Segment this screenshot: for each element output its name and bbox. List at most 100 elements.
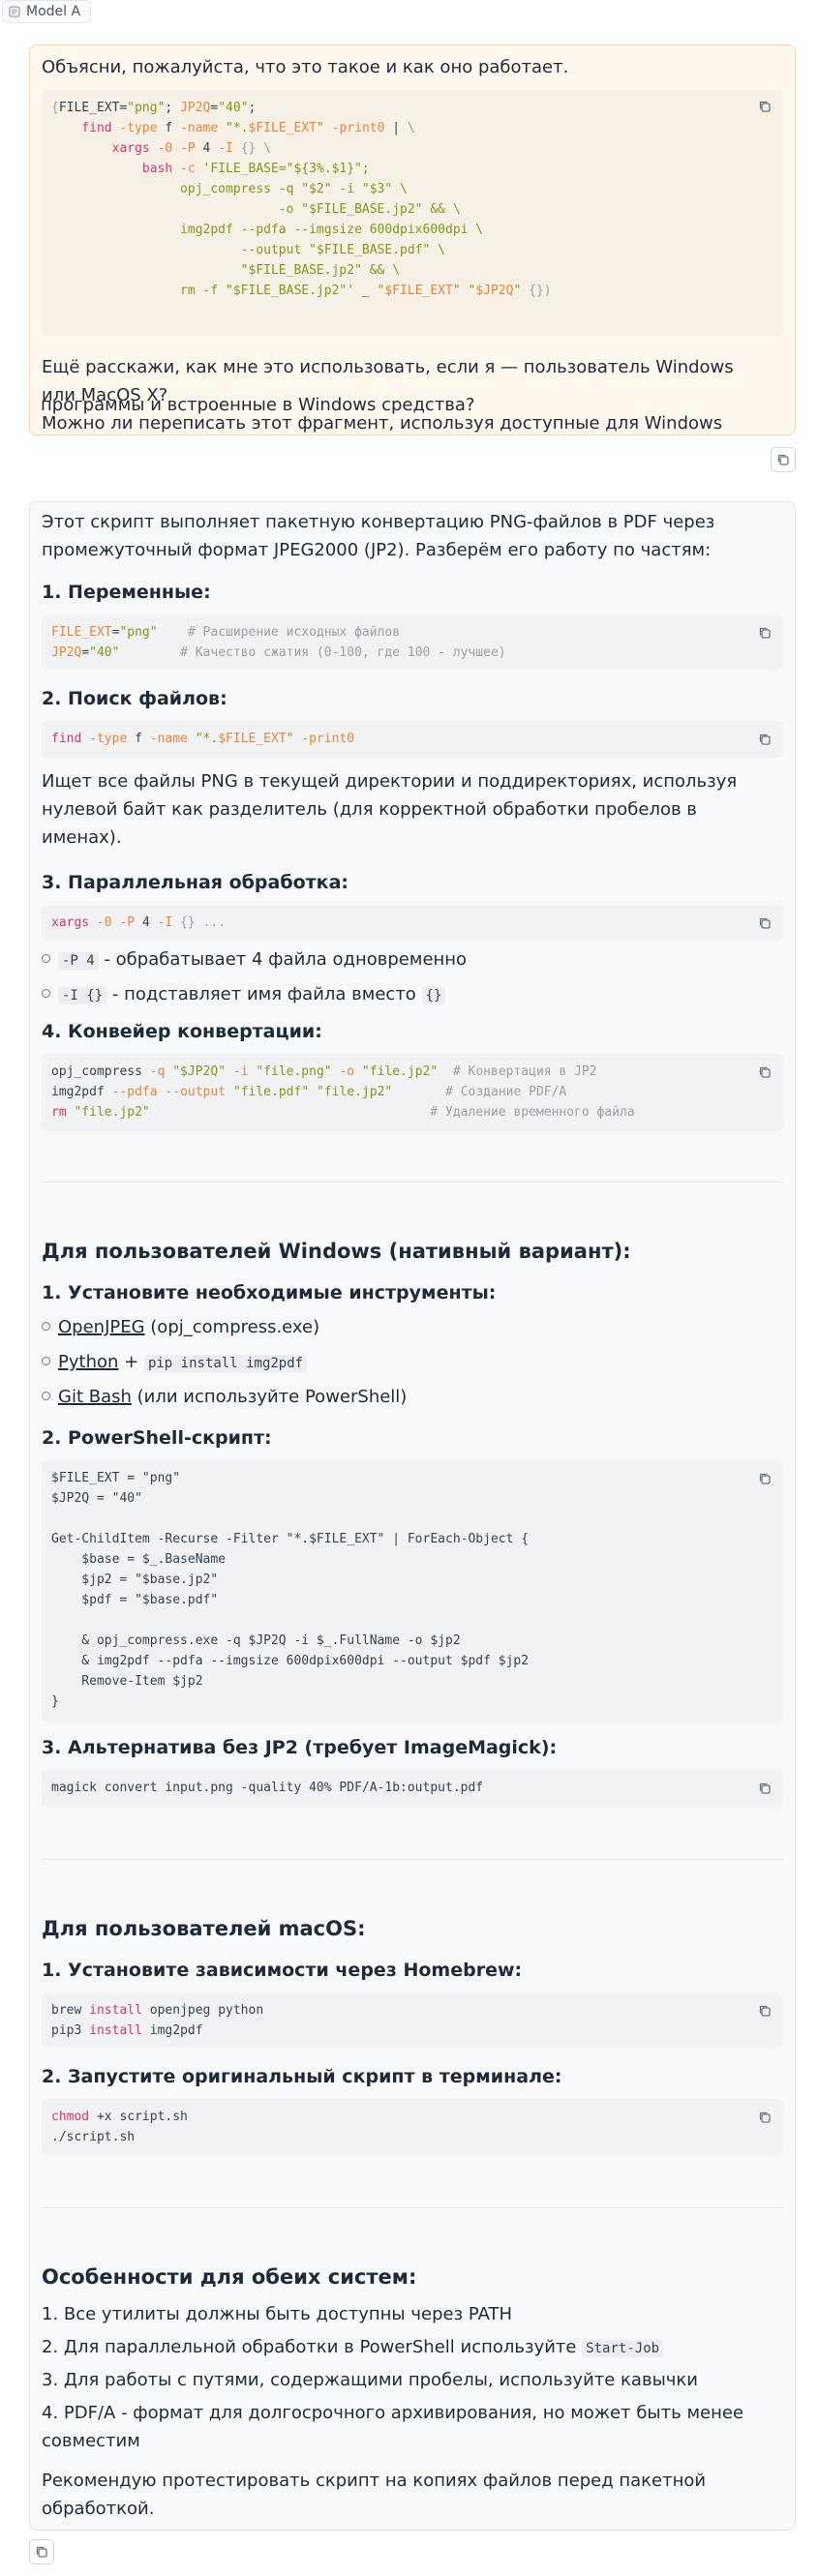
code-line: img2pdf --pdfa --imgsize 600dpix600dpi \ <box>51 220 483 240</box>
code-find: find -type f -name "*.$FILE_EXT" -print0 <box>42 721 783 758</box>
code-line: ./script.sh <box>51 2127 135 2147</box>
list-item-text: 2. Для параллельной обработки в PowerShe… <box>42 2337 583 2357</box>
feature-item-cont: совместим <box>42 2431 140 2451</box>
code-token: ./script.sh <box>51 2130 136 2144</box>
code-line: Get-ChildItem -Recurse -Filter "*.$FILE_… <box>51 1529 529 1549</box>
code-token: xargs <box>51 141 158 156</box>
code-token: $FILE_EXT <box>248 121 317 135</box>
intro-line: Этот скрипт выполняет пакетную конвертац… <box>42 512 715 532</box>
heading-pipeline: 4. Конвейер конвертации: <box>42 1021 322 1042</box>
code-token: f <box>165 121 181 135</box>
model-tag-label: Model A <box>26 4 81 19</box>
code-parallel: xargs -0 -P 4 -I {} ... <box>42 905 783 942</box>
code-variables: FILE_EXT = "png" # Расширение исходных фай… <box>42 614 783 671</box>
code-token: \ <box>407 121 415 135</box>
copy-code-button[interactable] <box>754 1468 775 1489</box>
code-line: "$FILE_BASE.jp2" && \ <box>51 260 400 281</box>
copy-code-button[interactable] <box>754 1062 775 1083</box>
code-line: } <box>51 1692 59 1712</box>
code-token: FILE_EXT <box>51 625 112 640</box>
code-line: $pdf = "$base.pdf" <box>51 1590 218 1610</box>
copy-code-button[interactable] <box>754 1778 775 1799</box>
model-tag: Model A <box>2 0 92 23</box>
inline-code: {} <box>421 987 446 1004</box>
heading-features: Особенности для обеих систем: <box>42 2265 417 2289</box>
code-token: 4 <box>141 915 158 930</box>
code-token: img2pdf <box>149 2023 203 2038</box>
code-token: -0 <box>96 915 120 930</box>
code-token: { <box>51 101 59 115</box>
code-token: find <box>51 732 90 746</box>
code-token: " <box>316 121 332 135</box>
user-code-block: {FILE_EXT="png"; JP2Q="40"; find -type f… <box>42 90 783 336</box>
copy-code-button[interactable] <box>754 2000 775 2022</box>
inline-code: pip install img2pdf <box>143 1355 308 1372</box>
code-token: -0 <box>157 141 181 156</box>
inline-code: -I {} <box>58 987 107 1004</box>
inline-code: -P 4 <box>58 952 99 970</box>
copy-message-button[interactable] <box>29 2539 54 2564</box>
code-line: chmod +x script.sh <box>51 2107 188 2127</box>
heading-alternative: 3. Альтернатива без JP2 (требует ImageMa… <box>42 1737 558 1758</box>
code-token: | <box>392 121 408 135</box>
copy-code-button[interactable] <box>754 96 775 117</box>
model-icon <box>9 6 20 17</box>
code-token: bash <box>51 162 181 176</box>
code-token: -o <box>339 1064 362 1079</box>
code-token: install <box>89 2023 150 2038</box>
heading-install: 1. Установите необходимые инструменты: <box>42 1282 497 1303</box>
copy-icon <box>759 1782 771 1794</box>
code-line: $JP2Q = "40" <box>51 1488 142 1509</box>
bullet-icon <box>42 1356 50 1365</box>
copy-icon <box>777 454 789 465</box>
code-line: bash -c 'FILE_BASE="${3%.$1}"; <box>51 159 370 179</box>
code-token: JP2Q <box>180 101 211 115</box>
code-line: pip3 install img2pdf <box>51 2021 203 2041</box>
code-token: ; <box>248 101 257 115</box>
copy-code-button[interactable] <box>754 2107 775 2128</box>
divider <box>42 2207 783 2208</box>
python-link[interactable]: Python <box>58 1352 118 1372</box>
code-line: Remove-Item $jp2 <box>51 1671 203 1692</box>
code-token: JP2Q <box>51 645 82 660</box>
code-token: "file.jp2" <box>361 1064 439 1079</box>
code-token: f <box>135 732 150 746</box>
code-token: -print0 <box>331 121 393 135</box>
code-token: "file.jp2" <box>74 1105 150 1120</box>
git-bash-link[interactable]: Git Bash <box>58 1387 132 1407</box>
code-line: xargs -0 -P 4 -I {} \ <box>51 138 271 159</box>
code-token: img2pdf --pdfa --imgsize 600dpix600dpi \ <box>51 223 484 237</box>
code-line: & opj_compress.exe -q $JP2Q -i $_.FullNa… <box>51 1631 460 1651</box>
code-token: {} \ <box>240 141 271 156</box>
bullet-icon <box>42 1321 50 1331</box>
bullet-icon <box>42 953 50 963</box>
user-para-line: Ещё расскажи, как мне это использовать, … <box>42 357 734 377</box>
code-token: Remove-Item $jp2 <box>51 1674 203 1689</box>
find-desc-line: нулевой байт как разделитель (для коррек… <box>42 799 697 820</box>
list-item: -P 4 - обрабатывает 4 файла одновременно <box>42 945 467 975</box>
intro-line: промежуточный формат JPEG2000 (JP2). Раз… <box>42 540 712 560</box>
code-token: -P <box>119 915 142 930</box>
code-token: xargs <box>51 915 97 930</box>
code-token: _ <box>361 284 378 298</box>
code-token: $base = $_.BaseName <box>51 1552 227 1567</box>
copy-icon <box>759 917 771 929</box>
code-token: -print0 <box>301 732 355 746</box>
copy-code-button[interactable] <box>754 622 775 644</box>
code-token: pip3 <box>51 2023 90 2038</box>
copy-message-button[interactable] <box>771 447 796 472</box>
code-line: {FILE_EXT="png"; JP2Q="40"; <box>51 98 256 118</box>
code-line: $base = $_.BaseName <box>51 1549 226 1570</box>
copy-icon <box>759 2005 771 2017</box>
code-powershell: $FILE_EXT = "png" $JP2Q = "40" Get-ChildIt… <box>42 1460 783 1722</box>
list-item-text: + <box>118 1352 144 1372</box>
code-token: brew <box>51 2003 90 2018</box>
code-token: -P <box>180 141 203 156</box>
heading-find: 2. Поиск файлов: <box>42 688 227 709</box>
openjpeg-link[interactable]: OpenJPEG <box>58 1317 145 1337</box>
copy-code-button[interactable] <box>754 729 775 750</box>
code-token: # Качество сжатия (0-100, где 100 - лучш… <box>119 645 506 660</box>
copy-icon <box>759 1066 771 1078</box>
copy-code-button[interactable] <box>754 913 775 934</box>
list-item: OpenJPEG (opj_compress.exe) <box>42 1313 319 1341</box>
